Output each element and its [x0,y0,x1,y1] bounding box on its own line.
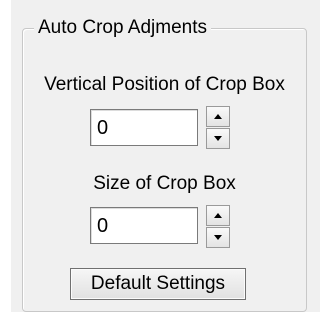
vertical-position-spinner [206,106,230,149]
default-settings-button[interactable]: Default Settings [70,268,246,300]
vertical-position-input[interactable] [90,109,198,146]
groupbox-title: Auto Crop Adjments [34,16,211,40]
size-increment-button[interactable] [206,205,230,226]
size-input[interactable] [90,207,198,244]
triangle-up-icon [214,114,222,119]
vertical-position-label: Vertical Position of Crop Box [44,74,285,95]
size-label: Size of Crop Box [93,173,236,194]
size-spinner [206,205,230,248]
size-decrement-button[interactable] [206,227,230,248]
triangle-up-icon [214,213,222,218]
triangle-down-icon [214,136,222,141]
vertical-position-decrement-button[interactable] [206,128,230,149]
vertical-position-increment-button[interactable] [206,106,230,127]
triangle-down-icon [214,235,222,240]
